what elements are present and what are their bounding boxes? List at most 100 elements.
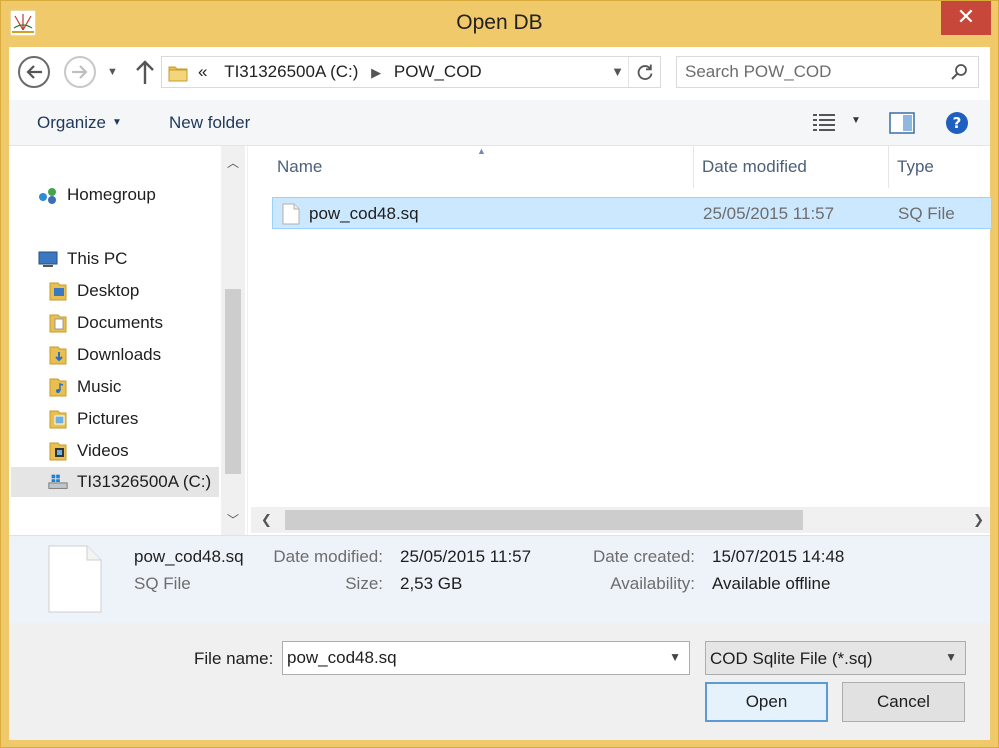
documents-folder-icon xyxy=(47,312,69,334)
breadcrumb-drive[interactable]: TI31326500A (C:) xyxy=(224,62,358,81)
file-name-label: File name: xyxy=(194,649,274,668)
help-icon[interactable]: ? xyxy=(945,111,969,135)
file-icon xyxy=(282,203,300,225)
date-created-label: Date created: xyxy=(592,547,695,566)
nav-label: TI31326500A (C:) xyxy=(77,472,212,491)
scroll-left-icon[interactable]: ❮ xyxy=(261,512,272,528)
file-list: ▲ Name Date modified Type pow_cod48.sq 2… xyxy=(251,146,992,535)
address-dropdown[interactable]: ▼ xyxy=(611,64,624,79)
file-row[interactable]: pow_cod48.sq 25/05/2015 11:57 SQ File xyxy=(272,197,992,229)
nav-item-documents[interactable]: Documents xyxy=(47,308,163,338)
title-bar[interactable]: Open DB ✕ xyxy=(1,1,998,47)
details-file-name: pow_cod48.sq xyxy=(134,547,244,566)
breadcrumb: « TI31326500A (C:) ▶ POW_COD xyxy=(198,62,482,82)
file-name-input[interactable] xyxy=(287,648,657,668)
organize-label: Organize xyxy=(37,113,106,132)
videos-folder-icon xyxy=(47,440,69,462)
close-button[interactable]: ✕ xyxy=(941,1,991,35)
up-arrow-icon[interactable] xyxy=(134,57,156,87)
nav-item-desktop[interactable]: Desktop xyxy=(47,276,139,306)
music-folder-icon xyxy=(47,376,69,398)
address-row: ▼ « TI31326500A (C:) ▶ POW_COD ▼ xyxy=(9,47,990,100)
nav-scrollbar[interactable]: ︿ ﹀ xyxy=(221,146,245,535)
folder-icon xyxy=(168,66,188,82)
size-value: 2,53 GB xyxy=(400,574,463,593)
file-type: SQ File xyxy=(898,204,955,223)
window-title: Open DB xyxy=(456,11,543,34)
svg-text:?: ? xyxy=(953,114,962,132)
command-bar: Organize ▼ New folder ▼ ? xyxy=(9,100,990,146)
horizontal-scroll-thumb[interactable] xyxy=(285,510,803,530)
details-pane: pow_cod48.sq SQ File Date modified: 25/0… xyxy=(9,535,990,623)
scroll-down-icon[interactable]: ﹀ xyxy=(227,511,239,528)
nav-item-downloads[interactable]: Downloads xyxy=(47,340,161,370)
nav-item-pictures[interactable]: Pictures xyxy=(47,404,138,434)
file-preview-icon xyxy=(48,545,102,613)
nav-scroll-thumb[interactable] xyxy=(225,289,241,474)
horizontal-scrollbar[interactable]: ❮ ❯ xyxy=(251,507,990,533)
address-bar[interactable]: « TI31326500A (C:) ▶ POW_COD ▼ xyxy=(161,56,661,88)
forward-button[interactable] xyxy=(64,56,96,88)
nav-item-music[interactable]: Music xyxy=(47,372,121,402)
nav-label: Desktop xyxy=(77,281,140,300)
column-header-date-modified[interactable]: Date modified xyxy=(694,146,889,188)
details-file-type: SQ File xyxy=(134,574,191,593)
date-modified-value: 25/05/2015 11:57 xyxy=(400,547,532,566)
organize-button[interactable]: Organize ▼ xyxy=(37,113,122,133)
nav-label: This PC xyxy=(67,249,128,268)
desktop-folder-icon xyxy=(47,280,69,302)
open-button[interactable]: Open xyxy=(705,682,828,722)
scroll-up-icon[interactable]: ︿ xyxy=(227,154,239,171)
forward-arrow-icon xyxy=(72,65,88,79)
breadcrumb-separator[interactable]: ▶ xyxy=(371,65,381,80)
chevron-down-icon[interactable]: ▼ xyxy=(669,650,681,664)
search-box[interactable] xyxy=(676,56,979,88)
back-arrow-icon xyxy=(26,65,42,79)
drive-icon xyxy=(47,471,69,493)
dialog-footer: File name: ▼ COD Sqlite File (*.sq) ▼ Op… xyxy=(9,623,990,740)
nav-label: Documents xyxy=(77,313,163,332)
nav-item-drive-c[interactable]: TI31326500A (C:) xyxy=(11,467,219,497)
file-type-filter[interactable]: COD Sqlite File (*.sq) ▼ xyxy=(705,641,966,675)
date-created-value: 15/07/2015 14:48 xyxy=(712,547,845,566)
nav-label: Downloads xyxy=(77,345,162,364)
open-db-dialog: Open DB ✕ ▼ « TI31326500A (C:) ▶ POW_COD… xyxy=(0,0,999,748)
availability-value: Available offline xyxy=(712,574,831,593)
homegroup-icon xyxy=(37,184,59,206)
view-dropdown[interactable]: ▼ xyxy=(851,115,861,126)
preview-pane-icon[interactable] xyxy=(889,112,915,134)
nav-label: Music xyxy=(77,377,122,396)
back-button[interactable] xyxy=(18,56,50,88)
file-name: pow_cod48.sq xyxy=(309,204,419,223)
computer-icon xyxy=(37,248,59,270)
breadcrumb-overflow[interactable]: « xyxy=(198,62,207,81)
file-name-combobox[interactable]: ▼ xyxy=(282,641,690,675)
nav-label: Videos xyxy=(77,441,129,460)
view-options-icon[interactable] xyxy=(812,112,838,132)
column-header-name[interactable]: Name xyxy=(269,146,694,188)
breadcrumb-folder[interactable]: POW_COD xyxy=(394,62,482,81)
search-icon[interactable] xyxy=(950,63,968,81)
chevron-down-icon: ▼ xyxy=(111,117,122,128)
recent-locations-dropdown[interactable]: ▼ xyxy=(107,66,118,78)
refresh-icon xyxy=(637,64,652,80)
chevron-down-icon[interactable]: ▼ xyxy=(945,650,957,664)
navigation-pane: Homegroup This PC Desktop Documents Down… xyxy=(9,146,247,535)
availability-label: Availability: xyxy=(610,574,695,593)
new-folder-button[interactable]: New folder xyxy=(169,113,250,133)
size-label: Size: xyxy=(345,574,383,593)
file-type-filter-value: COD Sqlite File (*.sq) xyxy=(710,649,873,668)
nav-item-videos[interactable]: Videos xyxy=(47,436,129,466)
nav-label: Pictures xyxy=(77,409,139,428)
column-header-type[interactable]: Type xyxy=(889,146,999,188)
nav-item-this-pc[interactable]: This PC xyxy=(37,244,127,274)
search-input[interactable] xyxy=(685,61,940,83)
dialog-client: ▼ « TI31326500A (C:) ▶ POW_COD ▼ Search … xyxy=(9,47,992,740)
date-modified-label: Date modified: xyxy=(273,547,383,566)
file-date-modified: 25/05/2015 11:57 xyxy=(703,204,835,223)
cancel-button[interactable]: Cancel xyxy=(842,682,965,722)
scroll-right-icon[interactable]: ❯ xyxy=(973,512,984,528)
nav-item-homegroup[interactable]: Homegroup xyxy=(37,180,156,210)
downloads-folder-icon xyxy=(47,344,69,366)
refresh-button[interactable] xyxy=(628,57,660,87)
